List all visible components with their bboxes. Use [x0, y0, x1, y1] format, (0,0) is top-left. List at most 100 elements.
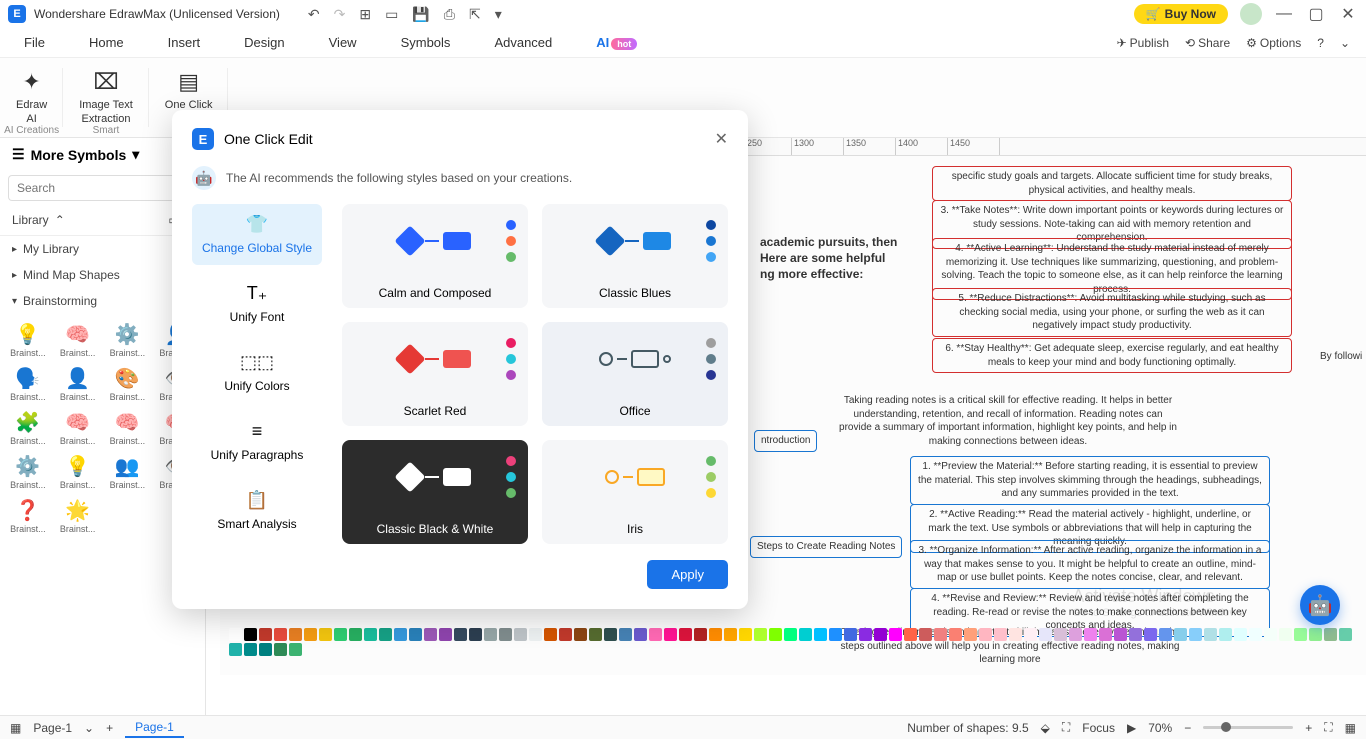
color-swatch[interactable]: [619, 628, 632, 641]
color-swatch[interactable]: [454, 628, 467, 641]
option-unify-font[interactable]: T₊Unify Font: [192, 273, 322, 334]
color-swatch[interactable]: [829, 628, 842, 641]
color-swatch[interactable]: [769, 628, 782, 641]
dialog-close-button[interactable]: ✕: [715, 129, 728, 149]
color-swatch[interactable]: [964, 628, 977, 641]
color-swatch[interactable]: [1054, 628, 1067, 641]
color-swatch[interactable]: [559, 628, 572, 641]
color-swatch[interactable]: [919, 628, 932, 641]
color-swatch[interactable]: [754, 628, 767, 641]
export-icon[interactable]: ⇱: [469, 6, 481, 23]
color-swatch[interactable]: [1324, 628, 1337, 641]
option-smart-analysis[interactable]: 📋Smart Analysis: [192, 480, 322, 541]
color-swatch[interactable]: [1024, 628, 1037, 641]
color-swatch[interactable]: [259, 643, 272, 656]
ai-assistant-button[interactable]: 🤖: [1300, 585, 1340, 625]
color-swatch[interactable]: [589, 628, 602, 641]
note-6[interactable]: 6. **Stay Healthy**: Get adequate sleep,…: [932, 338, 1292, 373]
buy-now-button[interactable]: 🛒 Buy Now: [1134, 4, 1228, 24]
color-swatch[interactable]: [1159, 628, 1172, 641]
color-swatch[interactable]: [1189, 628, 1202, 641]
color-swatch[interactable]: [739, 628, 752, 641]
page-tab[interactable]: Page-1: [125, 718, 184, 738]
color-swatch[interactable]: [1114, 628, 1127, 641]
fullscreen-icon[interactable]: ⛶: [1062, 720, 1070, 735]
color-swatch[interactable]: [1309, 628, 1322, 641]
color-swatch[interactable]: [649, 628, 662, 641]
focus-button[interactable]: Focus: [1082, 721, 1115, 735]
color-swatch[interactable]: [664, 628, 677, 641]
shape-item[interactable]: 🧩Brainst...: [4, 406, 52, 448]
note-5[interactable]: 5. **Reduce Distractions**: Avoid multit…: [932, 288, 1292, 337]
color-swatch[interactable]: [1069, 628, 1082, 641]
color-swatch[interactable]: [229, 643, 242, 656]
shape-item[interactable]: 💡Brainst...: [4, 318, 52, 360]
color-swatch[interactable]: [679, 628, 692, 641]
intro-node[interactable]: ntroduction: [754, 430, 817, 452]
color-swatch[interactable]: [244, 628, 257, 641]
color-swatch[interactable]: [469, 628, 482, 641]
color-swatch[interactable]: [1129, 628, 1142, 641]
page-selector[interactable]: Page-1: [33, 721, 72, 735]
zoom-level[interactable]: 70%: [1148, 721, 1172, 735]
color-swatch[interactable]: [274, 643, 287, 656]
page-dropdown-icon[interactable]: ⌄: [84, 721, 94, 735]
color-swatch[interactable]: [1339, 628, 1352, 641]
menu-view[interactable]: View: [321, 31, 365, 54]
search-input[interactable]: [8, 175, 180, 201]
save-icon[interactable]: 💾: [412, 6, 429, 23]
color-swatch[interactable]: [334, 628, 347, 641]
color-swatch[interactable]: [844, 628, 857, 641]
color-swatch[interactable]: [814, 628, 827, 641]
color-swatch[interactable]: [244, 643, 257, 656]
menu-design[interactable]: Design: [236, 31, 292, 54]
color-swatch[interactable]: [1039, 628, 1052, 641]
reading-3[interactable]: 3. **Organize Information:** After activ…: [910, 540, 1270, 589]
color-swatch[interactable]: [484, 628, 497, 641]
color-swatch[interactable]: [304, 628, 317, 641]
color-swatch[interactable]: [694, 628, 707, 641]
style-iris[interactable]: Iris: [542, 440, 728, 544]
style-calm[interactable]: Calm and Composed: [342, 204, 528, 308]
zoom-slider[interactable]: [1203, 726, 1293, 729]
menu-insert[interactable]: Insert: [160, 31, 209, 54]
color-swatch[interactable]: [949, 628, 962, 641]
reading-1[interactable]: 1. **Preview the Material:** Before star…: [910, 456, 1270, 505]
color-swatch[interactable]: [874, 628, 887, 641]
color-swatch[interactable]: [1234, 628, 1247, 641]
layers-icon[interactable]: ⬙: [1041, 721, 1050, 735]
color-swatch[interactable]: [994, 628, 1007, 641]
style-bw[interactable]: Classic Black & White: [342, 440, 528, 544]
shape-item[interactable]: 🧠Brainst...: [54, 318, 102, 360]
color-swatch[interactable]: [1294, 628, 1307, 641]
color-swatch[interactable]: [634, 628, 647, 641]
color-swatch[interactable]: [724, 628, 737, 641]
note-goals[interactable]: specific study goals and targets. Alloca…: [932, 166, 1292, 201]
color-swatch[interactable]: [1174, 628, 1187, 641]
color-swatch[interactable]: [1099, 628, 1112, 641]
color-swatch[interactable]: [289, 643, 302, 656]
shape-item[interactable]: 💡Brainst...: [54, 450, 102, 492]
shape-item[interactable]: 👥Brainst...: [104, 450, 152, 492]
color-swatch[interactable]: [859, 628, 872, 641]
color-swatch[interactable]: [1084, 628, 1097, 641]
color-swatch[interactable]: [499, 628, 512, 641]
color-swatch[interactable]: [1144, 628, 1157, 641]
play-icon[interactable]: ▶: [1127, 721, 1136, 735]
color-swatch[interactable]: [784, 628, 797, 641]
color-swatch[interactable]: [259, 628, 272, 641]
close-icon[interactable]: ✕: [1338, 4, 1358, 24]
color-swatch[interactable]: [394, 628, 407, 641]
color-swatch[interactable]: [709, 628, 722, 641]
color-swatch[interactable]: [274, 628, 287, 641]
maximize-icon[interactable]: ▢: [1306, 4, 1326, 24]
color-swatch[interactable]: [1219, 628, 1232, 641]
style-office[interactable]: Office: [542, 322, 728, 426]
color-swatch[interactable]: [319, 628, 332, 641]
shape-item[interactable]: 🌟Brainst...: [54, 494, 102, 536]
color-swatch[interactable]: [1279, 628, 1292, 641]
shape-item[interactable]: 👤Brainst...: [54, 362, 102, 404]
fit-icon[interactable]: ⛶: [1324, 720, 1332, 735]
color-swatch[interactable]: [604, 628, 617, 641]
color-swatch[interactable]: [1249, 628, 1262, 641]
